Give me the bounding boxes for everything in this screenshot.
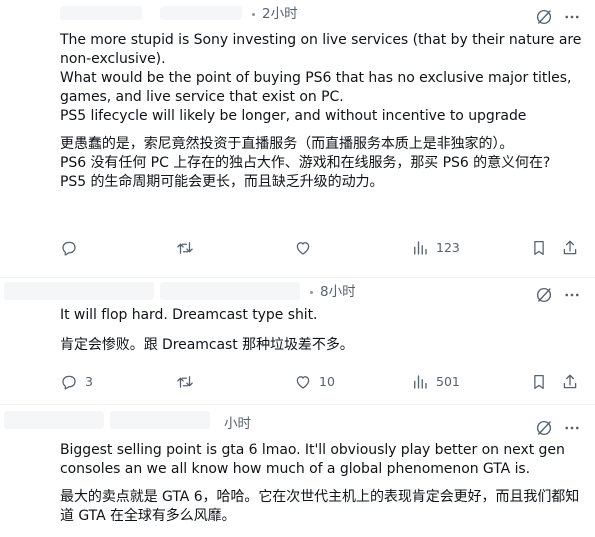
redacted-handle bbox=[160, 282, 300, 300]
separator-dot bbox=[310, 291, 313, 294]
tweet-actions: 123 bbox=[0, 238, 595, 258]
share-button[interactable] bbox=[561, 372, 579, 392]
views-button[interactable]: 123 bbox=[411, 238, 460, 258]
tweet-text-english: Biggest selling point is gta 6 lmao. It'… bbox=[60, 442, 570, 477]
more-options-icon[interactable] bbox=[563, 419, 581, 437]
tweet-header: 8小时 bbox=[0, 278, 595, 304]
views-count: 501 bbox=[436, 374, 460, 389]
tweet-time[interactable]: 2小时 bbox=[262, 5, 298, 23]
repost-icon bbox=[177, 242, 193, 254]
bookmark-icon bbox=[534, 240, 544, 256]
tweet-text-chinese: 最大的卖点就是 GTA 6，哈哈。它在次世代主机上的表现肯定会更好，而且我们都知… bbox=[60, 489, 580, 524]
repost-button[interactable] bbox=[176, 238, 201, 258]
share-icon bbox=[563, 240, 577, 255]
share-icon bbox=[563, 374, 577, 389]
bookmark-button[interactable] bbox=[530, 372, 548, 392]
redacted-handle bbox=[160, 6, 242, 20]
tweet-body: It will flop hard. Dreamcast type shit. … bbox=[60, 306, 590, 355]
grok-icon[interactable] bbox=[535, 419, 553, 437]
tweet-2[interactable]: 8小时 It will flop hard. Dreamcast type sh… bbox=[0, 278, 595, 402]
separator-dot bbox=[252, 13, 255, 16]
reply-icon bbox=[62, 241, 76, 256]
tweet-text-english: It will flop hard. Dreamcast type shit. bbox=[60, 307, 318, 323]
tweet-text-english: The more stupid is Sony investing on liv… bbox=[60, 32, 582, 124]
views-count: 123 bbox=[436, 240, 460, 255]
reply-icon bbox=[62, 375, 76, 390]
tweet-time[interactable]: 8小时 bbox=[320, 283, 356, 301]
redacted-username bbox=[4, 411, 104, 429]
share-button[interactable] bbox=[561, 238, 579, 258]
redacted-username bbox=[60, 6, 142, 20]
repost-button[interactable] bbox=[176, 372, 201, 392]
more-options-icon[interactable] bbox=[563, 286, 581, 304]
repost-icon bbox=[177, 376, 193, 388]
reply-button[interactable]: 3 bbox=[60, 372, 93, 392]
tweet-text-chinese: 肯定会惨败。跟 Dreamcast 那种垃圾差不多。 bbox=[60, 337, 354, 353]
tweet-header: 小时 bbox=[0, 405, 595, 436]
tweet-1[interactable]: 2小时 The more stupid is Sony investing on… bbox=[0, 0, 595, 266]
like-count: 10 bbox=[319, 374, 335, 389]
tweet-time[interactable]: 小时 bbox=[224, 415, 251, 433]
like-button[interactable]: 10 bbox=[294, 372, 335, 392]
grok-icon[interactable] bbox=[535, 286, 553, 304]
tweet-actions: 3 10 501 bbox=[0, 372, 595, 392]
reply-count: 3 bbox=[85, 374, 93, 389]
views-button[interactable]: 501 bbox=[411, 372, 460, 392]
tweet-header: 2小时 bbox=[0, 0, 595, 26]
tweet-text-chinese: 更愚蠢的是，索尼竟然投资于直播服务（而直播服务本质上是非独家的）。 PS6 没有… bbox=[60, 136, 551, 190]
bookmark-icon bbox=[534, 374, 544, 390]
tweet-3[interactable]: 小时 Biggest selling point is gta 6 lmao. … bbox=[0, 405, 595, 537]
views-icon bbox=[414, 375, 427, 389]
like-button[interactable] bbox=[294, 238, 319, 258]
redacted-handle bbox=[110, 411, 210, 429]
views-icon bbox=[414, 241, 427, 255]
tweet-body: The more stupid is Sony investing on liv… bbox=[60, 31, 590, 192]
bookmark-button[interactable] bbox=[530, 238, 548, 258]
like-icon bbox=[296, 242, 310, 255]
more-options-icon[interactable] bbox=[563, 8, 581, 26]
like-icon bbox=[296, 376, 310, 389]
grok-icon[interactable] bbox=[535, 8, 553, 26]
tweet-body: Biggest selling point is gta 6 lmao. It'… bbox=[60, 441, 590, 526]
redacted-username bbox=[4, 282, 154, 300]
reply-button[interactable] bbox=[60, 238, 85, 258]
